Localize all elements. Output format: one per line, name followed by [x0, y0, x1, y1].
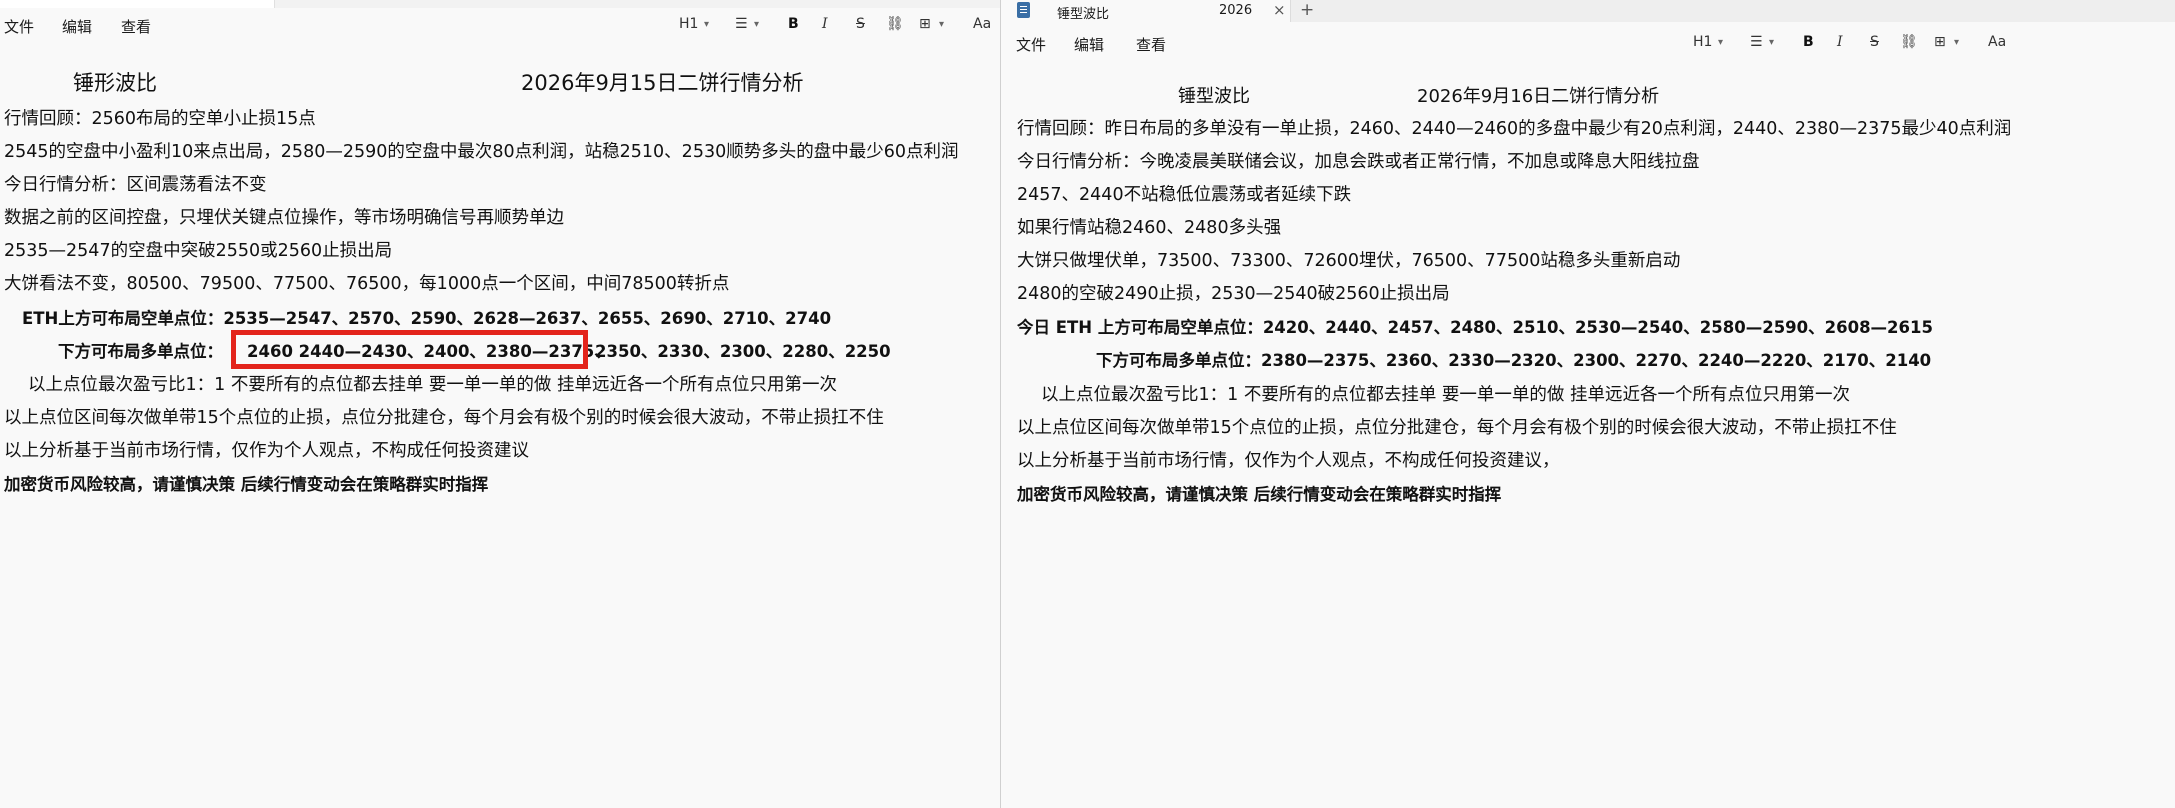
doc-title-left: 锤型波比: [1178, 86, 1250, 107]
doc-title-right: 2026年9月15日二饼行情分析: [521, 71, 804, 95]
chevron-down-icon[interactable]: ▾: [1954, 37, 1959, 48]
strikethrough-button[interactable]: S: [856, 16, 865, 32]
right-editor-window: 锤型波比 2026 × + 文件 编辑 查看 H1 ▾ ☰ ▾ B I S ⛓ …: [1001, 0, 2175, 808]
red-highlight-box: [231, 330, 588, 369]
list-icon[interactable]: ☰: [1750, 34, 1763, 50]
doc-line: 今日行情分析：区间震荡看法不变: [4, 175, 267, 195]
new-tab-icon[interactable]: +: [1300, 0, 1314, 20]
heading-dropdown[interactable]: H1: [679, 16, 698, 32]
doc-title-right: 2026年9月16日二饼行情分析: [1417, 86, 1660, 107]
left-format-toolbar: H1 ▾ ☰ ▾ B I S ⛓ ⊞ ▾ Aa: [0, 8, 1000, 44]
long-levels-line: 下方可布局多单点位：2380—2375、2360、2330—2320、2300、…: [1096, 351, 1932, 370]
left-active-tab-edge[interactable]: [0, 0, 275, 8]
document-icon: [1017, 2, 1030, 18]
list-icon[interactable]: ☰: [735, 16, 748, 32]
right-format-toolbar: H1 ▾ ☰ ▾ B I S ⛓ ⊞ ▾ Aa: [1001, 26, 2175, 62]
tab-title: 锤型波比: [1057, 7, 1110, 22]
short-levels-line: 今日 ETH 上方可布局空单点位：2420、2440、2457、2480、251…: [1017, 318, 1933, 337]
doc-line: 2535—2547的空盘中突破2550或2560止损出局: [4, 241, 393, 261]
left-tab-strip: [0, 0, 1000, 8]
link-icon[interactable]: ⛓: [1900, 34, 1918, 50]
long-levels-label: 下方可布局多单点位：: [58, 342, 223, 361]
doc-title-left: 锤形波比: [73, 71, 157, 95]
close-icon[interactable]: ×: [1273, 1, 1286, 19]
long-levels-rest: 2350、2330、2300、2280、2250: [595, 342, 891, 361]
doc-line: 如果行情站稳2460、2480多头强: [1017, 218, 1282, 238]
risk-warning-line: 加密货币风险较高，请谨慎决策 后续行情变动会在策略群实时指挥: [1017, 485, 1502, 504]
doc-line: 今日行情分析：今晚凌晨美联储会议，加息会跌或者正常行情，不加息或降息大阳线拉盘: [1017, 152, 1700, 172]
italic-button[interactable]: I: [1837, 34, 1843, 50]
right-tab-bar: 锤型波比 2026 × +: [1001, 0, 2175, 22]
chevron-down-icon[interactable]: ▾: [754, 19, 759, 30]
ratio-line: 以上点位最次盈亏比1：1 不要所有的点位都去挂单 要一单一单的做 挂单远近各一个…: [1041, 385, 1850, 405]
italic-button[interactable]: I: [822, 16, 828, 32]
risk-warning-line: 加密货币风险较高，请谨慎决策 后续行情变动会在策略群实时指挥: [4, 475, 489, 494]
doc-line: 数据之前的区间控盘，只埋伏关键点位操作，等市场明确信号再顺势单边: [4, 208, 564, 228]
stop-loss-line: 以上点位区间每次做单带15个点位的止损，点位分批建仓，每个月会有极个别的时候会很…: [1017, 418, 1897, 438]
chevron-down-icon[interactable]: ▾: [1769, 37, 1774, 48]
clear-format-icon[interactable]: Aa: [973, 16, 991, 32]
left-editor-window: 文件 编辑 查看 H1 ▾ ☰ ▾ B I S ⛓ ⊞ ▾ Aa 锤形波比 20…: [0, 0, 1000, 808]
doc-line: 大饼看法不变，80500、79500、77500、76500，每1000点一个区…: [4, 274, 730, 294]
link-icon[interactable]: ⛓: [886, 16, 904, 32]
chevron-down-icon[interactable]: ▾: [704, 19, 709, 30]
stop-loss-line: 以上点位区间每次做单带15个点位的止损，点位分批建仓，每个月会有极个别的时候会很…: [4, 408, 884, 428]
doc-line: 行情回顾：昨日布局的多单没有一单止损，2460、2440—2460的多盘中最少有…: [1017, 119, 2012, 139]
short-levels-line: ETH上方可布局空单点位：2535—2547、2570、2590、2628—26…: [22, 309, 832, 328]
doc-line: 2545的空盘中小盈利10来点出局，2580—2590的空盘中最次80点利润，站…: [4, 142, 959, 162]
table-icon[interactable]: ⊞: [1934, 34, 1946, 50]
bold-button[interactable]: B: [788, 16, 799, 32]
doc-line: 大饼只做埋伏单，73500、73300、72600埋伏，76500、77500站…: [1017, 251, 1681, 271]
table-icon[interactable]: ⊞: [919, 16, 931, 32]
chevron-down-icon[interactable]: ▾: [939, 19, 944, 30]
doc-line: 行情回顾：2560布局的空单小止损15点: [4, 109, 316, 129]
heading-dropdown[interactable]: H1: [1693, 34, 1712, 50]
ratio-line: 以上点位最次盈亏比1：1 不要所有的点位都去挂单 要一单一单的做 挂单远近各一个…: [28, 375, 837, 395]
strikethrough-button[interactable]: S: [1870, 34, 1879, 50]
doc-line: 2480的空破2490止损，2530—2540破2560止损出局: [1017, 284, 1450, 304]
clear-format-icon[interactable]: Aa: [1988, 34, 2006, 50]
tab-title-suffix: 2026: [1219, 3, 1253, 18]
document-tab[interactable]: 锤型波比 2026 ×: [1001, 0, 1291, 22]
disclaimer-line: 以上分析基于当前市场行情，仅作为个人观点，不构成任何投资建议: [4, 441, 529, 461]
chevron-down-icon[interactable]: ▾: [1718, 37, 1723, 48]
disclaimer-line: 以上分析基于当前市场行情，仅作为个人观点，不构成任何投资建议，: [1017, 451, 1560, 471]
bold-button[interactable]: B: [1803, 34, 1814, 50]
doc-line: 2457、2440不站稳低位震荡或者延续下跌: [1017, 185, 1352, 205]
